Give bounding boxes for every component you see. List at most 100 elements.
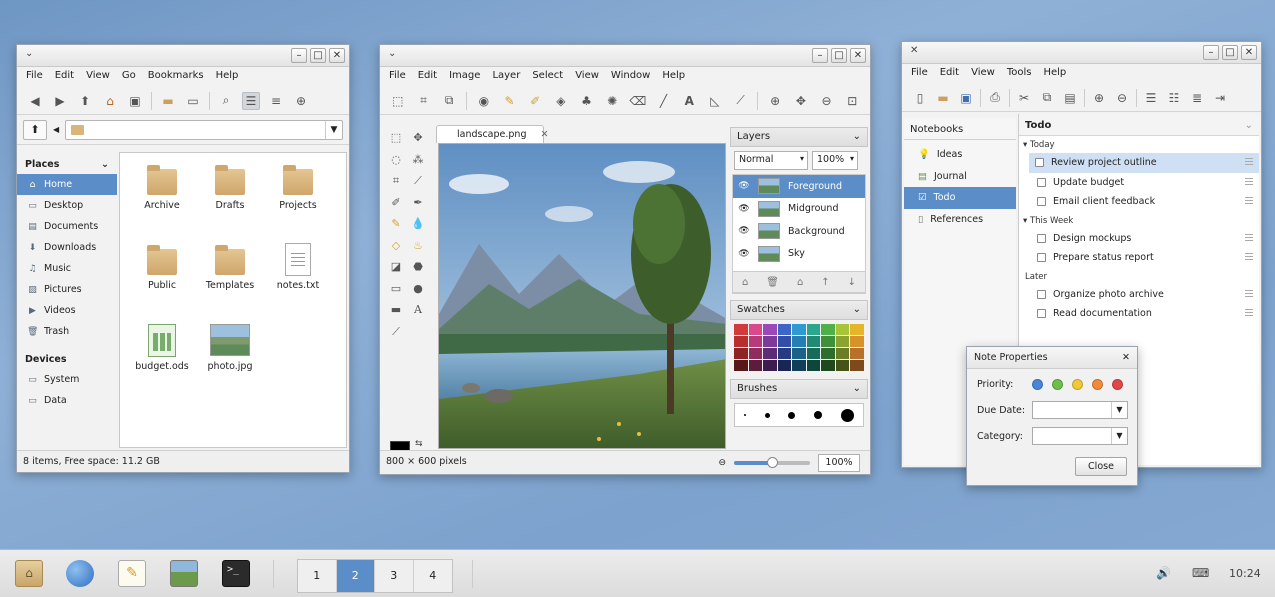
up-icon[interactable]: ⬆ xyxy=(76,92,94,110)
color-swatch[interactable] xyxy=(734,348,748,359)
swatches-panel-header[interactable]: Swatches ⌄ xyxy=(730,300,868,320)
brush-7px[interactable] xyxy=(814,411,823,419)
sidebar-item-data[interactable]: ▭ Data xyxy=(17,390,117,411)
minimize-button[interactable]: – xyxy=(812,48,828,63)
priority-dot-red[interactable] xyxy=(1112,378,1123,390)
eraser-icon[interactable]: ⌫ xyxy=(629,92,647,110)
pencil-icon[interactable]: ✎ xyxy=(501,92,519,110)
zoom-in-icon[interactable]: ⊕ xyxy=(766,92,784,110)
menu-file[interactable]: File xyxy=(911,67,928,81)
color-swatch[interactable] xyxy=(777,324,792,335)
color-swatch[interactable] xyxy=(821,348,835,359)
sidebar-item-todo[interactable]: ☑ Todo xyxy=(904,187,1016,209)
window-menu-icon[interactable]: ⌄ xyxy=(25,48,33,59)
title-bar[interactable]: ⌄ – □ ✕ xyxy=(380,45,870,67)
color-swatch[interactable] xyxy=(748,348,763,359)
eye-icon[interactable]: 👁 xyxy=(738,181,750,191)
color-swatch[interactable] xyxy=(748,324,763,335)
move-icon[interactable]: ✥ xyxy=(792,92,810,110)
task-row[interactable]: Email client feedback xyxy=(1019,192,1259,212)
places-header[interactable]: Places ⌄ xyxy=(17,153,117,174)
color-swatch[interactable] xyxy=(763,336,777,347)
zoom-slider[interactable] xyxy=(734,457,810,468)
menu-file[interactable]: File xyxy=(26,70,43,84)
text-icon[interactable]: A xyxy=(407,299,429,321)
color-swatch[interactable] xyxy=(850,348,864,359)
menu-view[interactable]: View xyxy=(86,70,110,84)
file-item[interactable]: Drafts xyxy=(196,165,264,211)
color-swatch[interactable] xyxy=(850,360,864,371)
file-item[interactable]: budget.ods xyxy=(128,324,196,372)
print-icon[interactable]: ⎙ xyxy=(986,89,1004,107)
path-left-arrow-icon[interactable]: ◀ xyxy=(53,125,59,134)
chevron-down-icon[interactable]: ▼ xyxy=(1111,402,1127,418)
delete-layer-icon[interactable]: 🗑 xyxy=(766,277,779,288)
zoom-out-icon[interactable]: ⊖ xyxy=(718,458,726,468)
canvas-image[interactable] xyxy=(438,143,726,449)
sidebar-item-desktop[interactable]: ▭ Desktop xyxy=(17,195,117,216)
menu-help[interactable]: Help xyxy=(1043,67,1066,81)
color-swatch[interactable] xyxy=(734,324,748,335)
sidebar-item-home[interactable]: ⌂ Home xyxy=(17,174,117,195)
task-row[interactable]: Read documentation xyxy=(1019,304,1259,324)
heal-icon[interactable]: ✺ xyxy=(603,92,621,110)
eye-icon[interactable]: 👁 xyxy=(738,249,750,259)
file-item[interactable]: photo.jpg xyxy=(196,324,264,372)
clone-icon[interactable]: ◉ xyxy=(475,92,493,110)
close-button[interactable]: ✕ xyxy=(850,48,866,63)
chevron-down-icon[interactable]: ⌄ xyxy=(1245,120,1253,131)
fill-icon[interactable]: ◈ xyxy=(552,92,570,110)
priority-dot-blue[interactable] xyxy=(1032,378,1043,390)
menu-go[interactable]: Go xyxy=(122,70,136,84)
maximize-button[interactable]: □ xyxy=(831,48,847,63)
menu-window[interactable]: Window xyxy=(611,70,650,84)
task-row[interactable]: Update budget xyxy=(1019,173,1259,193)
paste-icon[interactable]: ▤ xyxy=(1061,89,1079,107)
close-button[interactable]: Close xyxy=(1075,457,1127,476)
file-view[interactable]: Archive Drafts Projects Public Templates… xyxy=(119,152,347,448)
priority-dot-green[interactable] xyxy=(1052,378,1063,390)
layer-row-foreground[interactable]: 👁 Foreground xyxy=(733,175,865,198)
maximize-button[interactable]: □ xyxy=(310,48,326,63)
chevron-down-icon[interactable]: ▼ xyxy=(325,120,342,139)
drive-icon[interactable]: ▭ xyxy=(184,92,202,110)
list-view-icon[interactable]: ☰ xyxy=(242,91,260,110)
color-swatch[interactable] xyxy=(806,348,821,359)
menu-edit[interactable]: Edit xyxy=(940,67,959,81)
color-swatch[interactable] xyxy=(777,336,792,347)
category-select[interactable]: ▼ xyxy=(1032,427,1128,445)
text-icon[interactable]: A xyxy=(680,92,698,110)
window-menu-icon[interactable]: ✕ xyxy=(910,45,918,56)
layer-row-midground[interactable]: 👁 Midground xyxy=(733,198,865,221)
close-icon[interactable]: ✕ xyxy=(1122,352,1130,363)
move-icon[interactable]: ✥ xyxy=(407,127,429,149)
lower-layer-icon[interactable]: ↓ xyxy=(848,277,856,288)
copy-icon[interactable]: ⧉ xyxy=(1038,89,1056,107)
menu-edit[interactable]: Edit xyxy=(55,70,74,84)
stamp-icon[interactable]: ♣ xyxy=(578,92,596,110)
new-note-icon[interactable]: ▯ xyxy=(911,89,929,107)
bucket-icon[interactable]: ◪ xyxy=(385,256,407,278)
drag-handle-icon[interactable] xyxy=(1245,233,1253,242)
group-header-later[interactable]: Later xyxy=(1019,268,1259,285)
save-icon[interactable]: ▣ xyxy=(957,89,975,107)
picker-icon[interactable]: ⟋ xyxy=(732,92,750,110)
swap-colors-icon[interactable]: ⇆ xyxy=(415,439,423,449)
menu-layer[interactable]: Layer xyxy=(492,70,520,84)
color-swatch[interactable] xyxy=(835,324,850,335)
color-swatch[interactable] xyxy=(792,360,806,371)
burn-icon[interactable]: ♨ xyxy=(407,235,429,257)
color-swatch[interactable] xyxy=(763,360,777,371)
priority-dot-orange[interactable] xyxy=(1092,378,1103,390)
task-checkbox[interactable] xyxy=(1037,309,1046,319)
ellipse-icon[interactable]: ● xyxy=(407,278,429,300)
raise-layer-icon[interactable]: ↑ xyxy=(821,277,829,288)
sidebar-item-system[interactable]: ▭ System xyxy=(17,369,117,390)
new-layer-icon[interactable]: ⌂ xyxy=(742,277,748,288)
brush-3px[interactable] xyxy=(764,412,770,418)
menu-select[interactable]: Select xyxy=(532,70,563,84)
home-icon[interactable]: ⌂ xyxy=(101,92,119,110)
path-input[interactable]: ▼ xyxy=(65,119,343,140)
open-icon[interactable]: ▬ xyxy=(934,89,952,107)
workspace-1[interactable]: 1 xyxy=(298,560,337,592)
